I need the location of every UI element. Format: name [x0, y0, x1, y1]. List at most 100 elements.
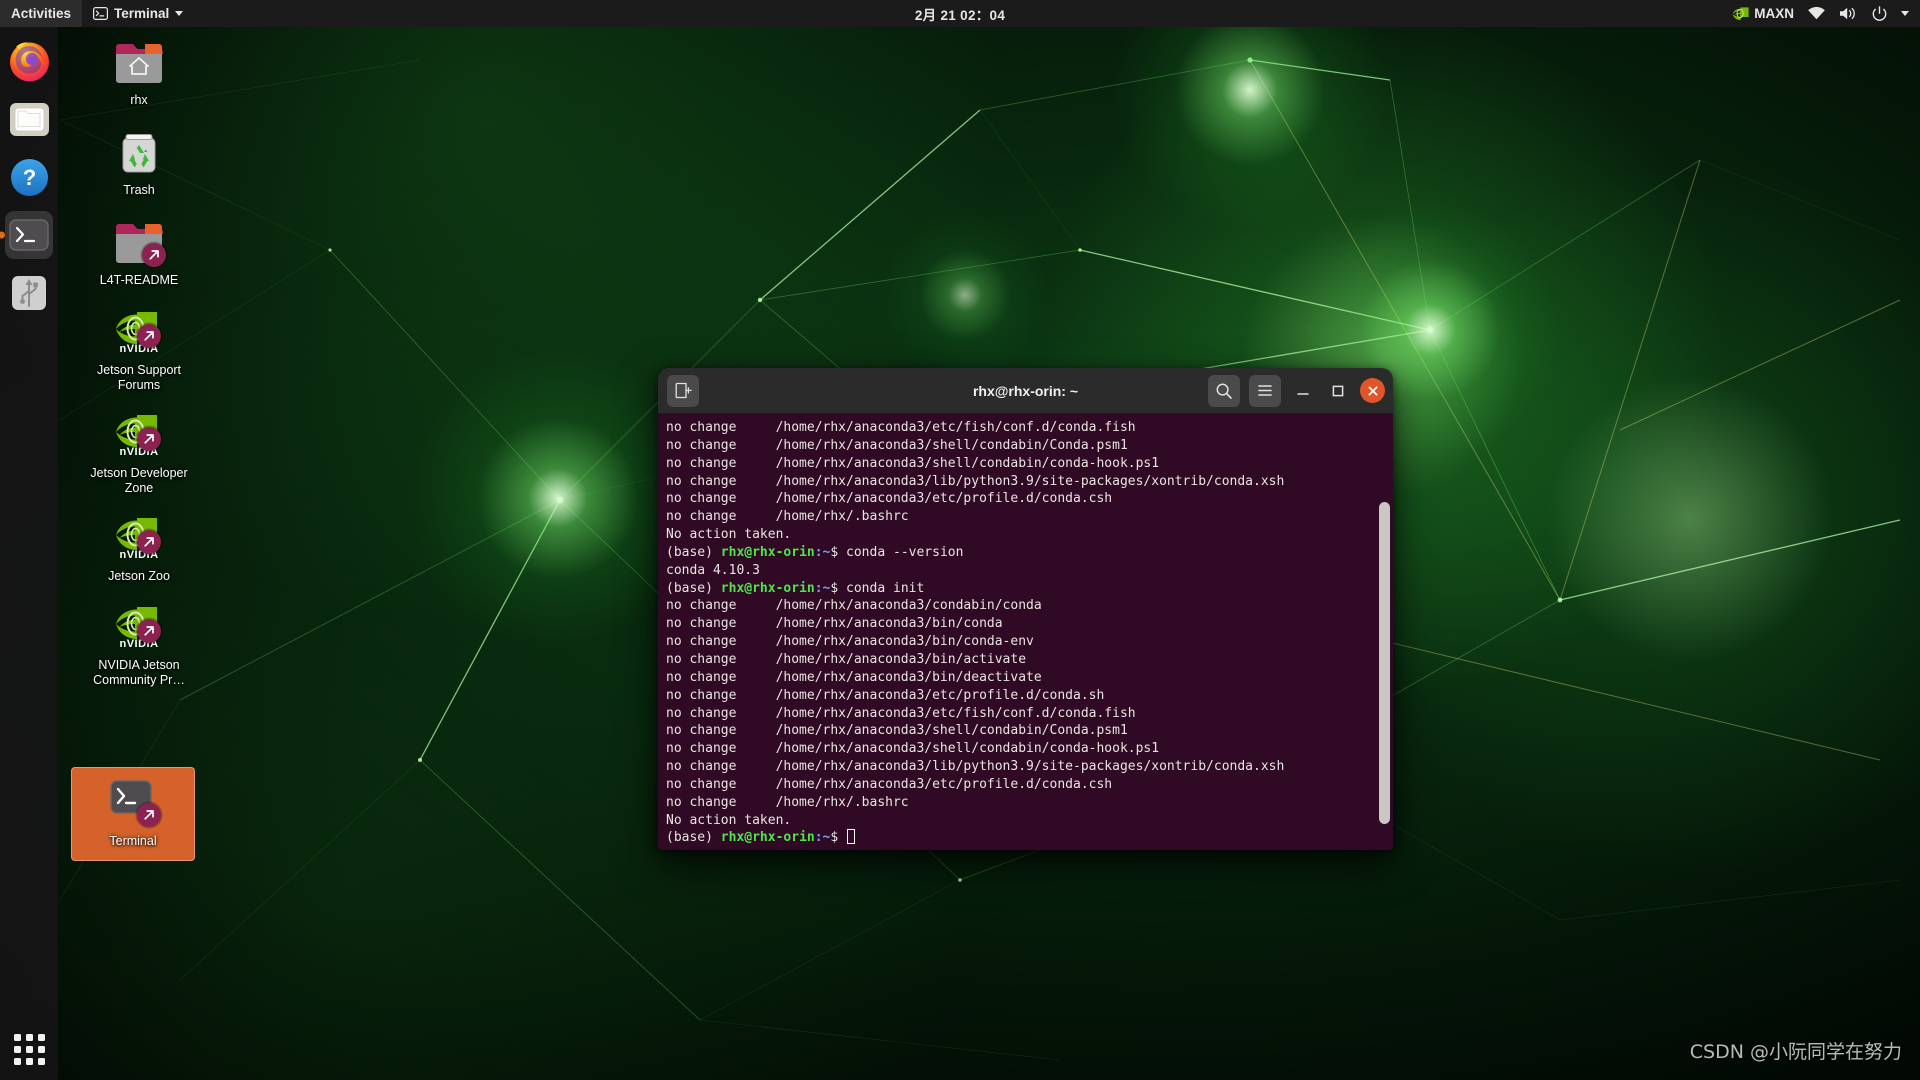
maximize-icon [1332, 385, 1344, 396]
close-button[interactable] [1360, 378, 1385, 403]
terminal-output-line: No action taken. [666, 812, 792, 828]
link-emblem-icon [137, 427, 161, 451]
folder-icon [113, 218, 166, 268]
terminal-output-line: no change /home/rhx/anaconda3/shell/cond… [666, 437, 1128, 453]
desktop-icon-jetson-zoo[interactable]: nVIDIA Jetson Zoo [80, 508, 198, 589]
terminal-output-line: no change /home/rhx/anaconda3/etc/profil… [666, 776, 1113, 792]
terminal-output-line: no change /home/rhx/anaconda3/bin/deacti… [666, 669, 1042, 685]
clock-button[interactable]: 2月 21 02：04 [915, 4, 1005, 24]
terminal-window[interactable]: rhx@rhx-orin: ~ no change /home/rhx/anac… [658, 368, 1393, 850]
terminal-output-line: no change /home/rhx/anaconda3/shell/cond… [666, 723, 1128, 739]
terminal-output-line: no change /home/rhx/anaconda3/bin/conda [666, 616, 1003, 632]
svg-text:?: ? [22, 165, 35, 190]
terminal-window-controls [1208, 374, 1385, 407]
search-button[interactable] [1208, 374, 1240, 407]
nvidia-icon: nVIDIA [113, 514, 165, 564]
desktop-icon-label: Jetson Support Forums [96, 363, 182, 392]
activities-button[interactable]: Activities [0, 0, 83, 27]
close-icon [1368, 386, 1378, 396]
minimize-icon [1297, 392, 1309, 395]
link-emblem-icon [137, 530, 161, 554]
volume-icon[interactable] [1839, 6, 1858, 21]
firefox-icon [9, 41, 49, 81]
terminal-output-line: no change /home/rhx/anaconda3/etc/fish/c… [666, 420, 1136, 435]
desktop-icon-nvidia-jetson-community-projects[interactable]: nVIDIA NVIDIA Jetson Community Pr… [80, 597, 198, 692]
desktop-icon-label: NVIDIA Jetson Community Pr… [93, 658, 185, 687]
nvidia-icon [1732, 6, 1749, 21]
terminal-prompt-line: (base) rhx@rhx-orin:~$ conda --version [666, 544, 964, 560]
new-tab-button[interactable] [667, 374, 699, 407]
hamburger-menu-button[interactable] [1249, 374, 1281, 407]
desktop-icon-label: Jetson Developer Zone [90, 466, 188, 495]
dock-item-usb-drive[interactable] [5, 269, 53, 317]
desktop-icon-label: rhx [130, 93, 148, 107]
minimize-button[interactable] [1290, 378, 1316, 404]
desktop-icon-jetson-developer-zone[interactable]: nVIDIA Jetson Developer Zone [80, 405, 198, 500]
terminal-title-bar[interactable]: rhx@rhx-orin: ~ [658, 368, 1393, 414]
search-icon [1216, 383, 1232, 399]
nvidia-icon: nVIDIA [113, 308, 165, 358]
nvidia-icon: nVIDIA [113, 411, 165, 461]
home-folder-icon [113, 38, 165, 88]
terminal-output-line: conda 4.10.3 [666, 562, 760, 578]
dock-item-files[interactable] [5, 95, 53, 143]
terminal-body[interactable]: no change /home/rhx/anaconda3/etc/fish/c… [658, 414, 1393, 850]
hamburger-icon [1258, 385, 1272, 396]
terminal-icon [9, 219, 49, 251]
terminal-icon [93, 7, 109, 20]
terminal-cursor [847, 829, 856, 845]
link-emblem-icon [137, 803, 161, 827]
power-mode-label: MAXN [1754, 6, 1794, 21]
desktop-icon-label: L4T-README [99, 273, 179, 287]
desktop-icon-trash[interactable]: Trash [80, 122, 198, 203]
link-emblem-icon [137, 619, 161, 643]
terminal-output-line: no change /home/rhx/anaconda3/bin/conda-… [666, 634, 1034, 650]
trash-icon [113, 128, 165, 178]
nvidia-icon: nVIDIA [113, 603, 165, 653]
grid-icon [13, 1033, 45, 1065]
link-emblem-icon [137, 324, 161, 348]
scrollbar-thumb[interactable] [1379, 502, 1390, 824]
desktop-icon-terminal[interactable]: Terminal [71, 767, 195, 861]
terminal-output-line: no change /home/rhx/anaconda3/bin/activa… [666, 651, 1027, 667]
terminal-prompt-line: (base) rhx@rhx-orin:~$ [666, 829, 1393, 847]
power-icon[interactable] [1871, 5, 1888, 22]
dock-item-terminal[interactable] [5, 211, 53, 259]
app-menu-label: Terminal [114, 6, 170, 21]
terminal-output-line: no change /home/rhx/anaconda3/etc/fish/c… [666, 705, 1136, 721]
desktop-icon-l4t-readme[interactable]: L4T-README [80, 212, 198, 293]
terminal-output-line: No action taken. [666, 527, 792, 543]
desktop-icon-rhx[interactable]: rhx [80, 32, 198, 113]
terminal-output-line: no change /home/rhx/anaconda3/etc/profil… [666, 491, 1113, 507]
question-mark-icon: ? [10, 158, 48, 196]
new-tab-icon [675, 382, 692, 399]
wifi-icon[interactable] [1807, 6, 1826, 21]
top-bar-left: Activities Terminal [0, 0, 194, 27]
show-applications-button[interactable] [0, 1018, 58, 1080]
system-status-area[interactable]: MAXN [1732, 0, 1920, 27]
terminal-output-line: no change /home/rhx/anaconda3/etc/profil… [666, 687, 1105, 703]
folder-icon [9, 102, 49, 136]
terminal-output-line: no change /home/rhx/anaconda3/lib/python… [666, 473, 1285, 489]
terminal-output-line: no change /home/rhx/anaconda3/shell/cond… [666, 455, 1160, 471]
app-menu-button[interactable]: Terminal [82, 0, 194, 27]
terminal-output-line: no change /home/rhx/anaconda3/shell/cond… [666, 741, 1160, 757]
terminal-scrollbar[interactable] [1379, 502, 1390, 824]
desktop-icon-jetson-support-forums[interactable]: nVIDIA Jetson Support Forums [80, 302, 198, 397]
power-mode-indicator[interactable]: MAXN [1732, 6, 1794, 21]
terminal-prompt-line: (base) rhx@rhx-orin:~$ conda init [666, 580, 925, 596]
maximize-button[interactable] [1325, 378, 1351, 404]
dock: ? [0, 27, 58, 1080]
watermark: CSDN @小阮同学在努力 [1689, 1041, 1902, 1063]
chevron-down-icon[interactable] [1901, 11, 1909, 16]
desktop-icon-label: Terminal [109, 834, 157, 848]
dock-item-help[interactable]: ? [5, 153, 53, 201]
terminal-output-line: no change /home/rhx/anaconda3/condabin/c… [666, 598, 1042, 614]
link-emblem-icon [142, 243, 166, 267]
terminal-output-line: no change /home/rhx/.bashrc [666, 509, 909, 525]
terminal-icon [107, 779, 161, 829]
activities-label: Activities [11, 6, 72, 21]
terminal-output: no change /home/rhx/anaconda3/etc/fish/c… [666, 419, 1393, 847]
usb-icon [12, 276, 46, 310]
dock-item-firefox[interactable] [5, 37, 53, 85]
